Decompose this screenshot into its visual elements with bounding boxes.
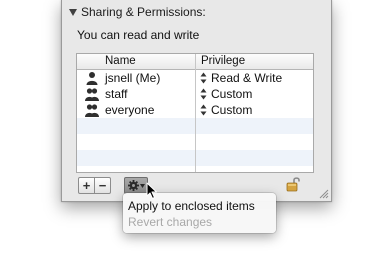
row-privilege[interactable]: Read & Write: [211, 71, 282, 85]
add-user-button[interactable]: +: [79, 178, 94, 193]
row-name: jsnell (Me): [105, 71, 161, 85]
sharing-permissions-header[interactable]: Sharing & Permissions:: [69, 5, 206, 19]
single-user-icon: [86, 72, 98, 85]
action-menu-button[interactable]: [124, 177, 148, 194]
column-divider[interactable]: [195, 54, 196, 172]
disclosure-triangle-icon[interactable]: [69, 8, 77, 16]
add-remove-button-group: + −: [78, 177, 111, 194]
privilege-stepper-icon[interactable]: [200, 72, 207, 84]
menu-item-revert-changes: Revert changes: [128, 215, 213, 229]
menu-item-apply-enclosed[interactable]: Apply to enclosed items: [128, 199, 255, 213]
info-window-panel: Sharing & Permissions: You can read and …: [61, 0, 332, 202]
privilege-stepper-icon[interactable]: [200, 88, 207, 100]
access-summary: You can read and write: [77, 28, 200, 42]
gear-icon: [127, 180, 139, 191]
group-icon: [85, 104, 99, 117]
permissions-table: Name Privilege jsnell (Me) Read & Write: [76, 53, 314, 173]
remove-user-button[interactable]: −: [94, 178, 110, 193]
mouse-pointer-icon: [146, 182, 157, 199]
privilege-stepper-icon[interactable]: [200, 104, 207, 116]
unlocked-padlock-icon[interactable]: [286, 176, 300, 192]
group-icon: [85, 88, 99, 101]
row-name: staff: [105, 87, 128, 101]
column-header-privilege[interactable]: Privilege: [201, 55, 245, 67]
column-header-name[interactable]: Name: [105, 55, 136, 67]
section-title: Sharing & Permissions:: [81, 5, 206, 19]
row-name: everyone: [105, 103, 155, 117]
chevron-down-icon: [139, 183, 145, 188]
row-privilege[interactable]: Custom: [211, 103, 252, 117]
row-privilege[interactable]: Custom: [211, 87, 252, 101]
resize-grip-icon[interactable]: [319, 189, 329, 199]
